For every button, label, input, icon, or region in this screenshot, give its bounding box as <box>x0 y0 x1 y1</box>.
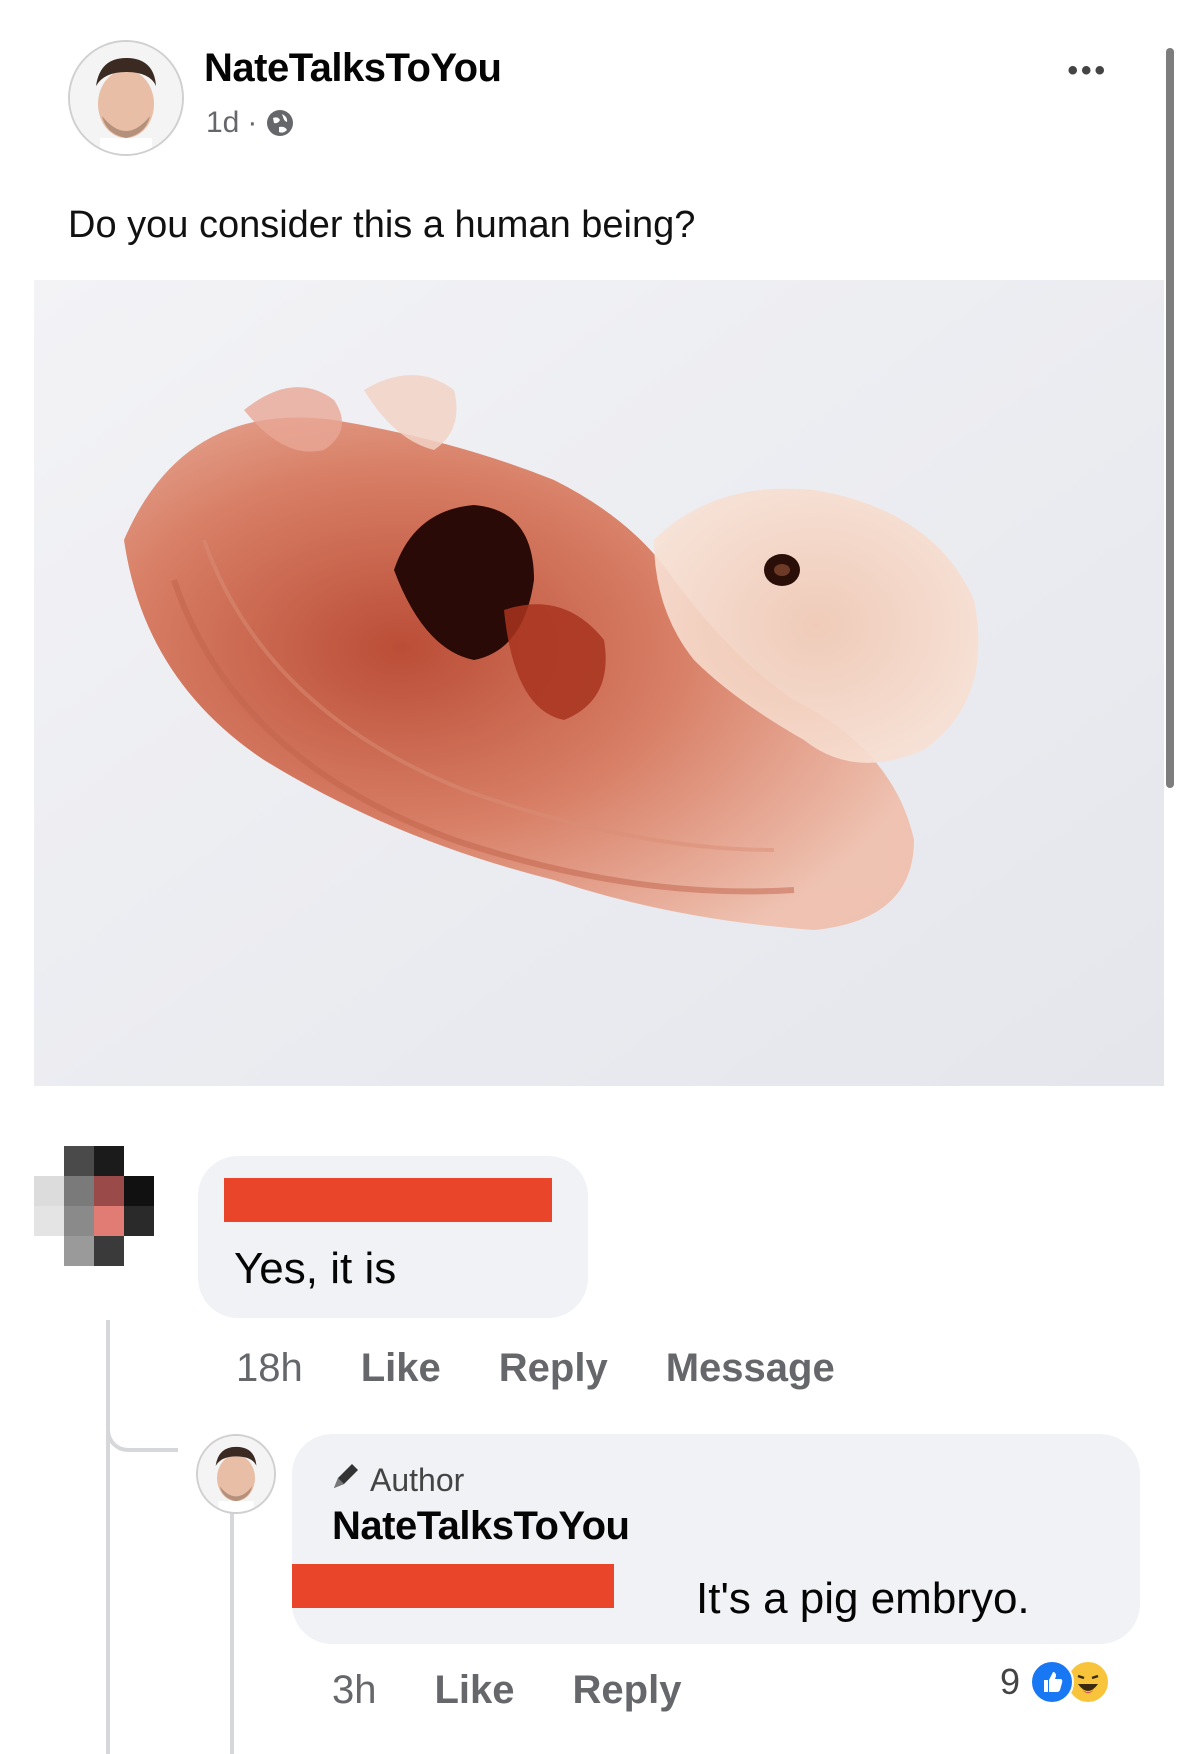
reaction-summary[interactable]: 9 <box>1000 1660 1111 1704</box>
more-options-button[interactable]: ••• <box>1067 54 1108 88</box>
comment-bubble-2: Author NateTalksToYou It's a pig embryo. <box>292 1434 1140 1644</box>
post-author-name[interactable]: NateTalksToYou <box>204 46 502 91</box>
author-badge: Author <box>330 1460 464 1500</box>
reply-author-avatar[interactable] <box>196 1434 276 1514</box>
post-header: NateTalksToYou 1d · ••• <box>68 40 1108 160</box>
globe-icon <box>265 108 295 138</box>
message-button-1[interactable]: Message <box>666 1346 835 1391</box>
pencil-icon <box>330 1460 362 1500</box>
redacted-name-bar <box>224 1178 552 1222</box>
comment-time-2[interactable]: 3h <box>332 1668 377 1713</box>
comment-actions-2: 3h Like Reply <box>332 1668 681 1713</box>
meta-separator: · <box>247 106 258 139</box>
reply-thread-line <box>230 1510 234 1754</box>
post-meta: 1d · <box>206 106 295 140</box>
commenter-avatar-pixelated[interactable] <box>34 1146 184 1296</box>
comment-bubble-1: Yes, it is <box>198 1156 588 1318</box>
embryo-photo[interactable] <box>34 280 1164 1086</box>
like-icon <box>1030 1660 1075 1704</box>
author-avatar[interactable] <box>68 40 184 156</box>
like-button-1[interactable]: Like <box>361 1346 441 1391</box>
comment-text-1: Yes, it is <box>234 1244 397 1293</box>
reply-author-name[interactable]: NateTalksToYou <box>332 1504 630 1549</box>
scrollbar-thumb[interactable] <box>1166 48 1174 788</box>
reply-button-2[interactable]: Reply <box>573 1668 682 1713</box>
thread-connector <box>106 1380 178 1452</box>
redacted-mention-bar <box>292 1564 614 1608</box>
post-time[interactable]: 1d <box>206 106 239 140</box>
reply-button-1[interactable]: Reply <box>499 1346 608 1391</box>
comment-actions-1: 18h Like Reply Message <box>236 1346 835 1391</box>
comment-text-2: It's a pig embryo. <box>696 1574 1030 1623</box>
like-button-2[interactable]: Like <box>435 1668 515 1713</box>
comment-time-1[interactable]: 18h <box>236 1346 303 1391</box>
reaction-count: 9 <box>1000 1661 1021 1702</box>
author-badge-label: Author <box>370 1461 465 1498</box>
post-text: Do you consider this a human being? <box>68 204 696 246</box>
